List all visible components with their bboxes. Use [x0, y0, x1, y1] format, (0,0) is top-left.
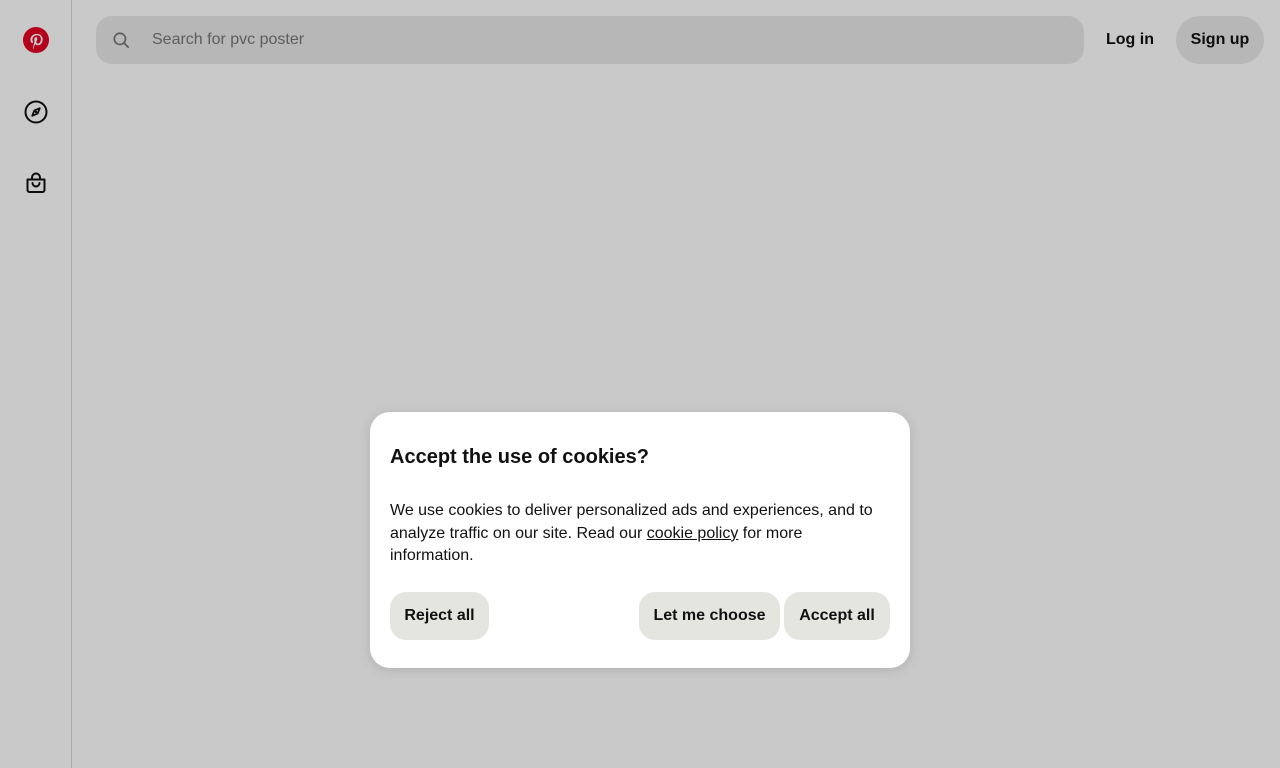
cookie-dialog-title: Accept the use of cookies?: [390, 446, 649, 468]
accept-all-button[interactable]: Accept all: [784, 592, 890, 640]
reject-all-button[interactable]: Reject all: [390, 592, 489, 640]
let-me-choose-button[interactable]: Let me choose: [639, 592, 780, 640]
cookie-dialog-body: We use cookies to deliver personalized a…: [390, 500, 890, 568]
cookie-policy-link[interactable]: cookie policy: [647, 525, 739, 542]
cookie-consent-dialog: Accept the use of cookies? We use cookie…: [370, 412, 910, 668]
